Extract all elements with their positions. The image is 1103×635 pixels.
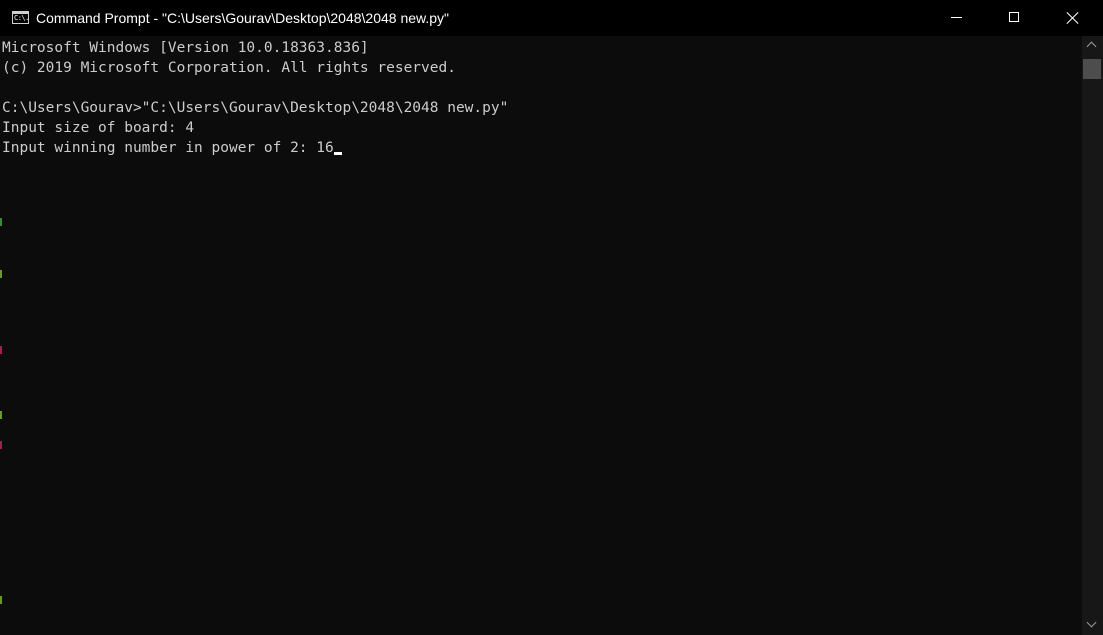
edge-mark xyxy=(0,346,2,354)
edge-artifacts xyxy=(0,36,2,635)
command-prompt-window: C:\. Command Prompt - "C:\Users\Gourav\D… xyxy=(0,0,1103,635)
minimize-button[interactable] xyxy=(927,0,985,36)
edge-mark xyxy=(0,596,2,604)
cmd-icon-text: C:\. xyxy=(14,14,29,22)
scroll-down-button[interactable] xyxy=(1082,615,1103,635)
console-prompt-text: Input winning number in power of 2: 16 xyxy=(2,140,334,156)
console-output[interactable]: Microsoft Windows [Version 10.0.18363.83… xyxy=(0,36,1082,635)
title-bar[interactable]: C:\. Command Prompt - "C:\Users\Gourav\D… xyxy=(0,0,1103,36)
edge-mark xyxy=(0,218,2,226)
edge-mark xyxy=(0,270,2,278)
console-line: (c) 2019 Microsoft Corporation. All righ… xyxy=(2,60,456,76)
scroll-thumb[interactable] xyxy=(1083,59,1101,79)
console-line: Input size of board: 4 xyxy=(2,120,195,136)
text-cursor xyxy=(333,152,342,155)
cmd-icon[interactable]: C:\. xyxy=(12,11,29,24)
window-title: Command Prompt - "C:\Users\Gourav\Deskto… xyxy=(36,10,450,26)
maximize-button[interactable] xyxy=(985,0,1043,36)
scroll-up-button[interactable] xyxy=(1082,36,1103,56)
vertical-scrollbar[interactable] xyxy=(1082,36,1103,635)
edge-mark xyxy=(0,411,2,419)
edge-mark xyxy=(0,441,2,449)
console-line: C:\Users\Gourav>"C:\Users\Gourav\Desktop… xyxy=(2,100,509,116)
close-button[interactable] xyxy=(1043,0,1101,36)
console-line: Microsoft Windows [Version 10.0.18363.83… xyxy=(2,40,369,56)
console-input-line[interactable]: Input winning number in power of 2: 16 xyxy=(2,138,1082,158)
